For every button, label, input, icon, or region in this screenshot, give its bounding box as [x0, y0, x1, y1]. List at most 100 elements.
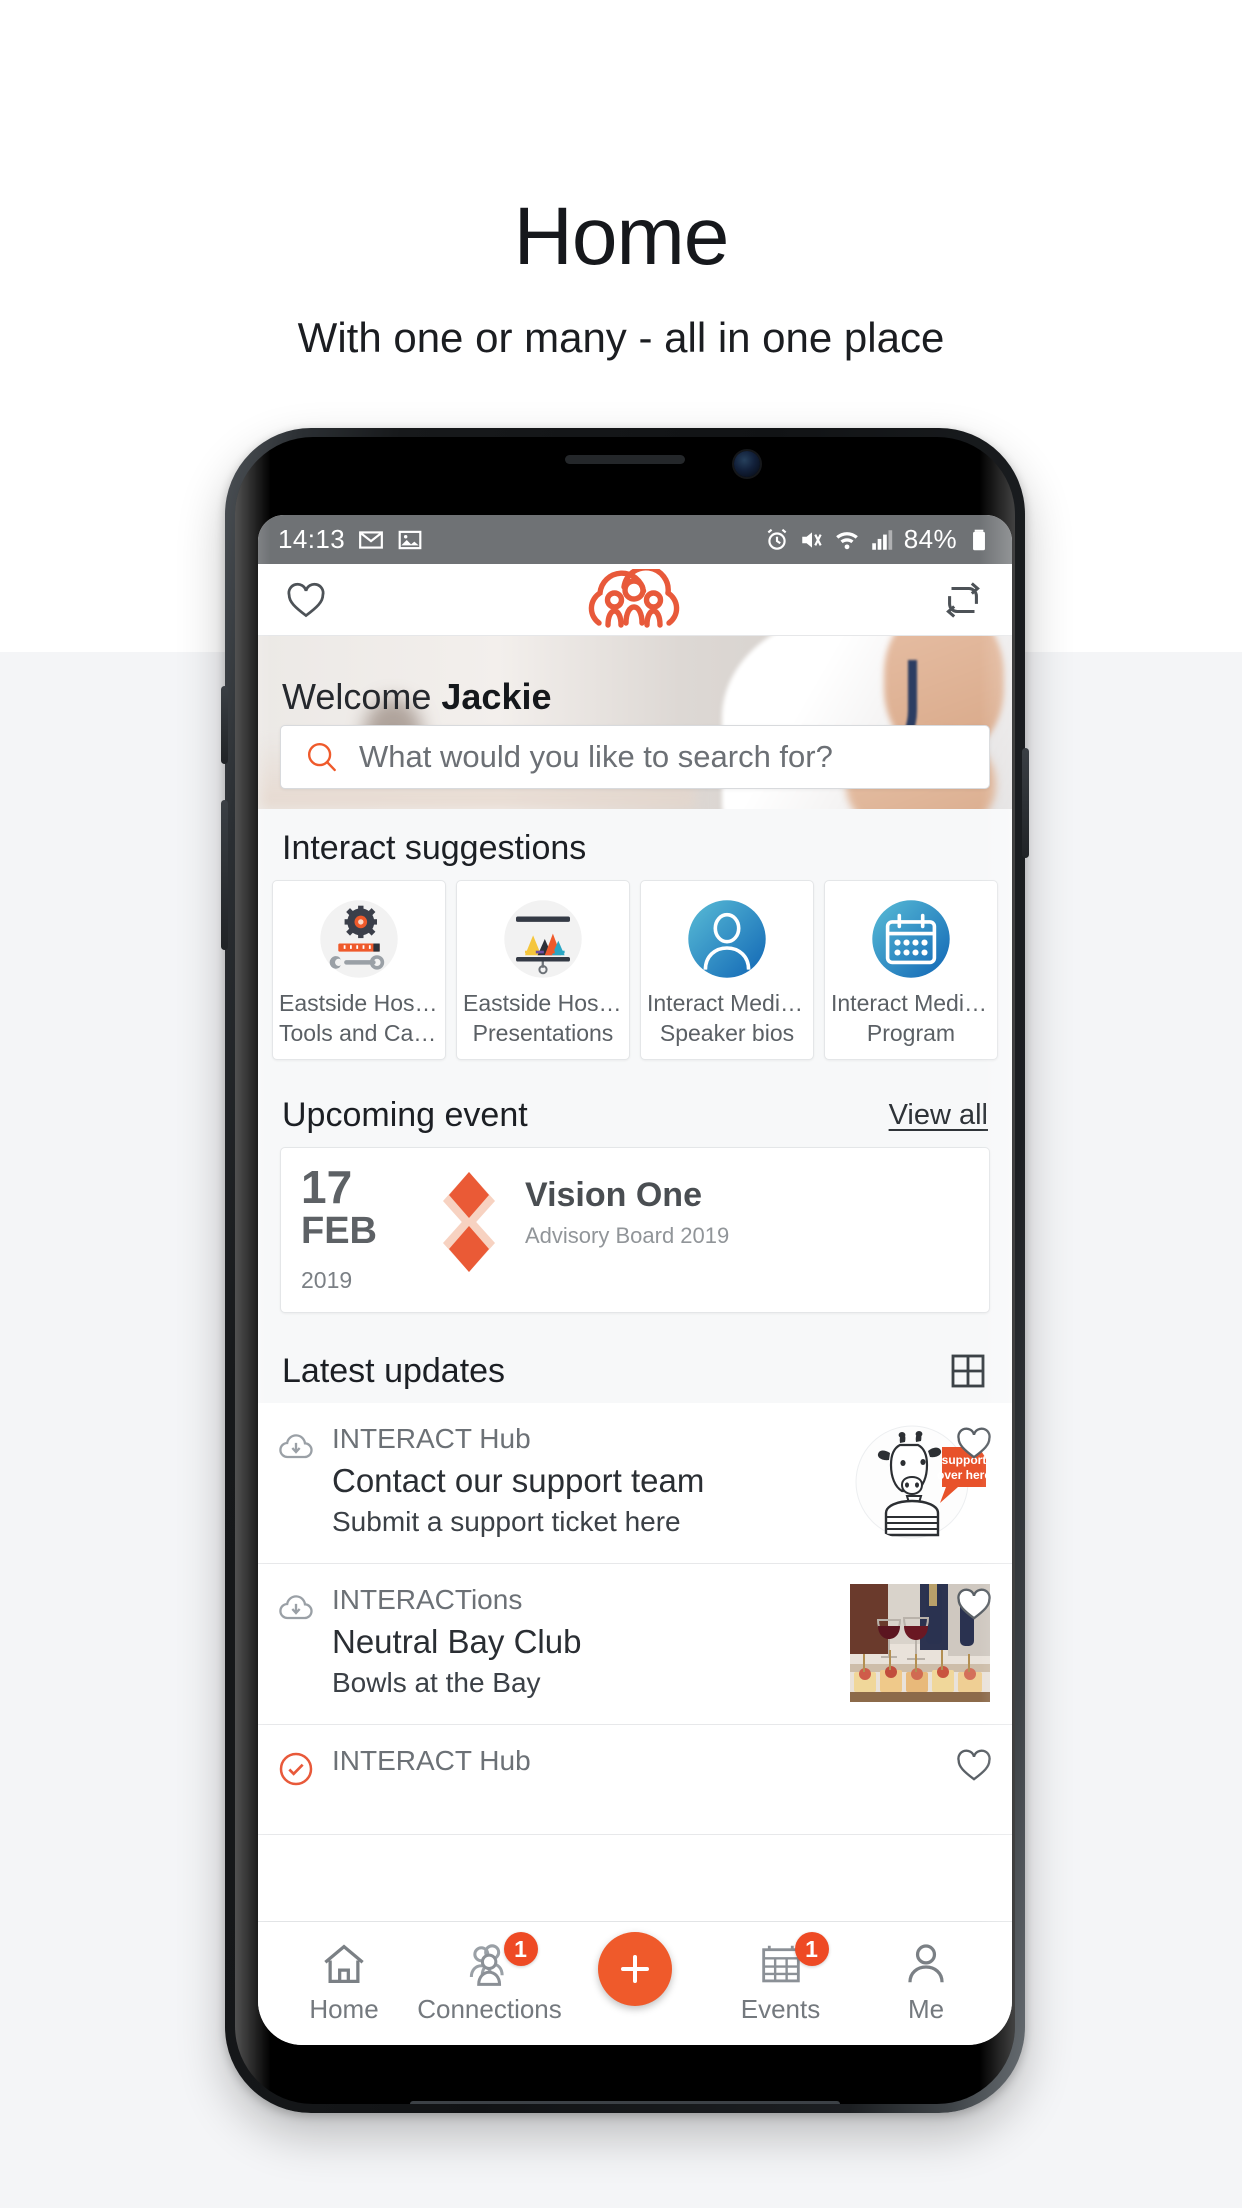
list-item-body: INTERACT Hub [332, 1745, 990, 1777]
phone-mockup: 14:13 84% Welcome Jackie What would you … [221, 428, 1029, 2113]
suggestion-card-program[interactable]: Interact Medic… Program [824, 880, 998, 1060]
suggestions-header: Interact suggestions [258, 809, 1012, 880]
search-icon [307, 742, 336, 772]
suggestion-line2: Program [866, 1019, 956, 1046]
status-bar-clock: 14:13 [278, 524, 346, 554]
latest-updates-header: Latest updates [258, 1331, 1012, 1404]
suggestion-line1: Eastside Hosp… [463, 990, 623, 1016]
nav-item-connections[interactable]: Connections 1 [417, 1932, 562, 2025]
grid-view-icon[interactable] [948, 1351, 988, 1391]
welcome-message: Welcome Jackie [282, 676, 552, 718]
app-header [258, 564, 1012, 636]
suggestions-section: Eastside Hosp… Tools and Calcu… [258, 880, 1012, 1076]
calendar-icon [831, 893, 991, 985]
status-badge: 1 [503, 1932, 538, 1966]
list-item-source: INTERACTions [332, 1584, 523, 1616]
view-all-link[interactable]: View all [889, 1099, 988, 1132]
list-item[interactable]: INTERACTions Neutral Bay Club Bowls at t… [258, 1564, 1012, 1726]
list-item-description: Bowls at the Bay [332, 1667, 541, 1699]
event-date: 17 FEB 2019 [301, 1164, 413, 1295]
phone-bottom-edge [410, 2101, 840, 2104]
signal-icon [872, 529, 892, 550]
home-icon [324, 1944, 364, 1983]
page-subtitle: With one or many - all in one place [297, 314, 945, 361]
nav-label: Events [740, 1994, 821, 2024]
suggestion-card-tools[interactable]: Eastside Hosp… Tools and Calcu… [272, 880, 446, 1060]
people-group-logo [588, 568, 680, 628]
bixby-button[interactable] [221, 686, 228, 764]
add-button[interactable] [598, 1932, 672, 2006]
suggestion-line1: Interact Medic… [831, 990, 991, 1016]
suggestions-title: Interact suggestions [282, 829, 587, 867]
upcoming-event-header: Upcoming event View all [258, 1075, 1012, 1147]
nav-item-events[interactable]: Events 1 [721, 1932, 841, 2025]
cloud-download-icon [276, 1423, 316, 1472]
event-text: Vision One Advisory Board 2019 [525, 1164, 729, 1249]
nav-item-home[interactable]: Home [284, 1938, 404, 2025]
power-button[interactable] [1022, 748, 1029, 858]
welcome-username: Jackie [441, 676, 552, 717]
event-month: FEB [301, 1209, 377, 1252]
nav-item-me[interactable]: Me [866, 1938, 986, 2025]
person-avatar-icon [647, 893, 807, 985]
photos-icon [398, 530, 422, 549]
list-item[interactable]: INTERACT Hub [258, 1725, 1012, 1836]
page-title: Home [513, 191, 730, 282]
nav-label: Home [309, 1994, 379, 2024]
svg-text:over here: over here [937, 1468, 990, 1482]
suggestion-line1: Interact Medic… [647, 990, 807, 1016]
event-name: Vision One [525, 1175, 702, 1214]
heart-icon[interactable] [954, 1423, 994, 1463]
suggestion-card-speaker-bios[interactable]: Interact Medic… Speaker bios [640, 880, 814, 1060]
suggestion-line2: Speaker bios [659, 1019, 795, 1046]
mute-icon [802, 531, 822, 548]
event-year: 2019 [301, 1267, 353, 1294]
latest-updates-title: Latest updates [282, 1351, 506, 1390]
volume-button[interactable] [221, 800, 228, 950]
front-camera-icon [734, 451, 761, 477]
event-card[interactable]: 17 FEB 2019 Vision One Advisory Board 20… [280, 1146, 990, 1314]
suggestion-line2: Presentations [472, 1019, 614, 1046]
search-placeholder: What would you like to search for? [359, 739, 833, 774]
promo-header: Home With one or many - all in one place [0, 0, 1242, 362]
cloud-download-icon [276, 1584, 316, 1633]
plus-icon [621, 1955, 649, 1983]
suggestion-line2: Tools and Calcu… [279, 1019, 439, 1046]
presentation-chart-icon [463, 893, 623, 985]
list-item[interactable]: INTERACT Hub Contact our support team Su… [258, 1403, 1012, 1565]
welcome-prefix: Welcome [282, 676, 442, 717]
event-subtitle: Advisory Board 2019 [525, 1222, 730, 1248]
person-icon [908, 1944, 944, 1983]
hero-banner: Welcome Jackie What would you like to se… [258, 636, 1012, 809]
suggestion-line1: Eastside Hosp… [279, 990, 439, 1016]
tools-calculator-icon [279, 893, 439, 985]
list-item-body: INTERACTions Neutral Bay Club Bowls at t… [332, 1584, 824, 1699]
status-badge: 1 [794, 1932, 829, 1966]
vision-one-diamond-logo [413, 1164, 525, 1276]
list-item-title: Neutral Bay Club [332, 1623, 582, 1661]
list-item-description: Submit a support ticket here [332, 1506, 681, 1538]
event-day: 17 [301, 1160, 353, 1213]
nav-item-create[interactable] [575, 1932, 695, 2006]
heart-icon[interactable] [954, 1584, 994, 1624]
upcoming-event-section: 17 FEB 2019 Vision One Advisory Board 20… [258, 1146, 1012, 1332]
wifi-icon [835, 531, 858, 549]
search-input[interactable]: What would you like to search for? [280, 725, 990, 789]
gmail-icon [359, 530, 383, 549]
suggestion-card-presentations[interactable]: Eastside Hosp… Presentations [456, 880, 630, 1060]
heart-icon[interactable] [954, 1745, 994, 1785]
battery-icon [973, 529, 985, 550]
list-item-title: Contact our support team [332, 1462, 705, 1500]
list-item-source: INTERACT Hub [332, 1745, 531, 1777]
list-item-source: INTERACT Hub [332, 1423, 531, 1455]
battery-percent-label: 84% [903, 524, 957, 554]
nav-label: Connections [417, 1994, 562, 2024]
android-status-bar: 14:13 84% [258, 515, 1012, 564]
refresh-icon[interactable] [940, 577, 986, 623]
bottom-navigation: Home Connections 1 Events 1 Me [258, 1921, 1012, 2045]
heart-icon[interactable] [284, 578, 328, 622]
check-circle-icon [276, 1745, 316, 1794]
latest-updates-list: INTERACT Hub Contact our support team Su… [258, 1403, 1012, 1836]
phone-screen-glass: 14:13 84% Welcome Jackie What would you … [235, 437, 1015, 2104]
alarm-icon [767, 528, 787, 550]
